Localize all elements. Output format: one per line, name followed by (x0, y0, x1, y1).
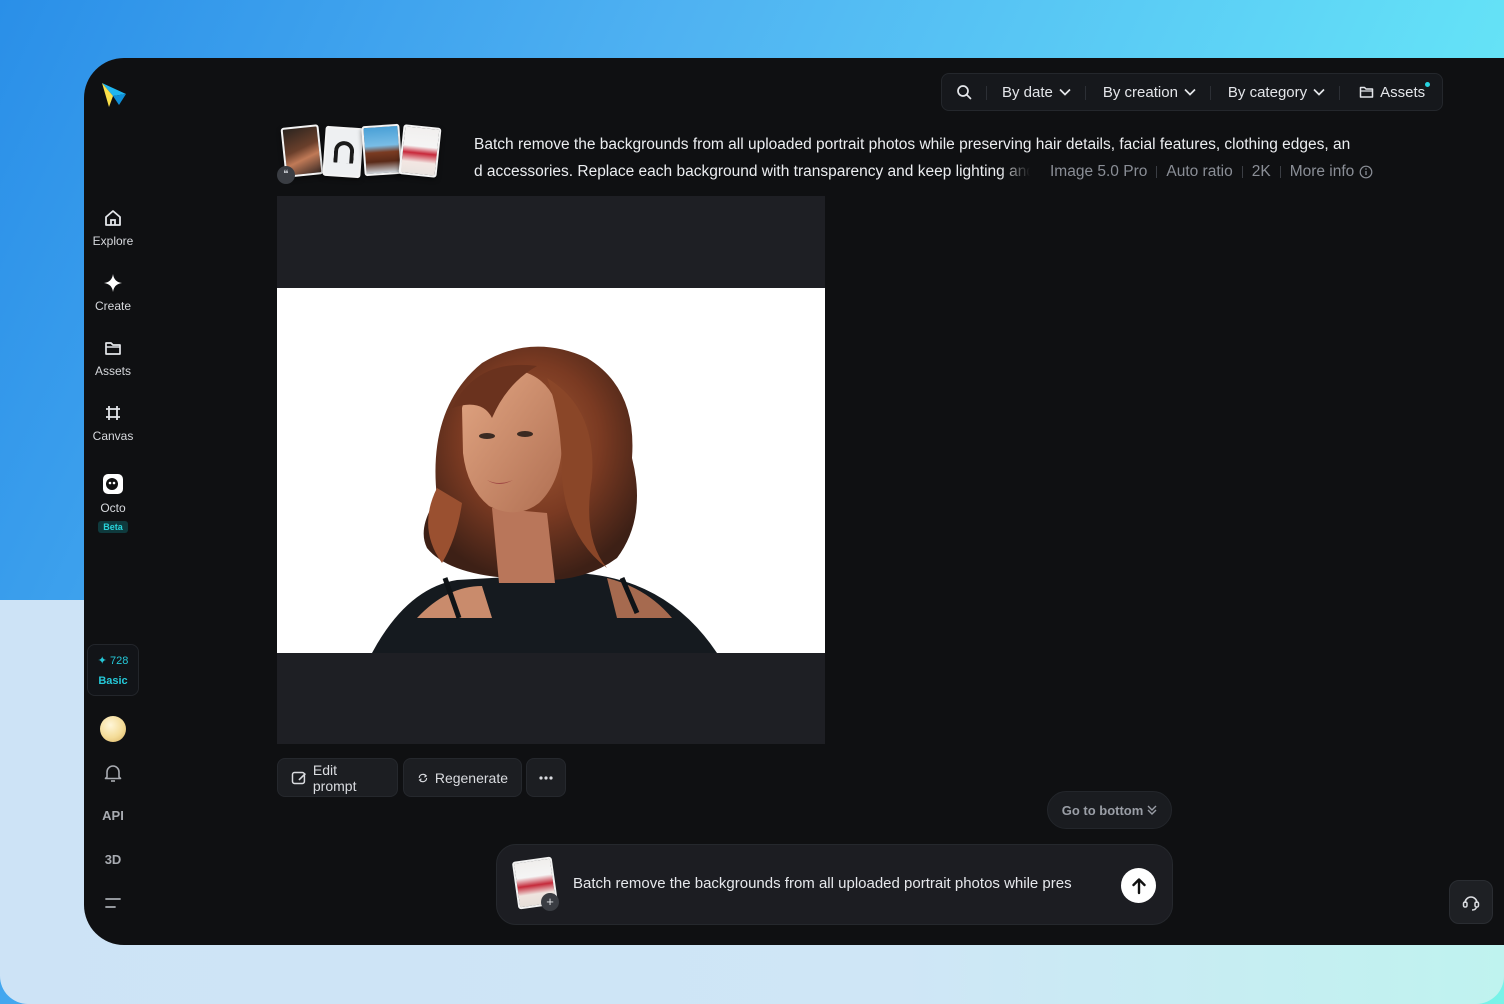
sidebar-item-label: Assets (94, 364, 131, 378)
by-creation-dropdown[interactable]: By creation (1084, 74, 1210, 110)
filter-bar: By date By creation By category Assets (941, 73, 1443, 111)
home-icon (105, 210, 121, 226)
app-window: Explore Create Assets Canvas Octo Beta ✦… (84, 58, 1504, 945)
prompt-input[interactable]: Batch remove the backgrounds from all up… (573, 875, 1108, 892)
sidebar-item-assets[interactable]: Assets (84, 338, 142, 380)
plan-label: Basic (98, 675, 128, 687)
threed-link[interactable]: 3D (84, 852, 142, 867)
double-chevron-down-icon (1147, 805, 1157, 815)
by-date-label: By date (1002, 83, 1053, 101)
refresh-icon (418, 773, 428, 782)
octo-icon (103, 474, 123, 494)
headset-icon (1462, 896, 1480, 911)
generated-image-card[interactable] (277, 196, 825, 744)
thumbnail-shoes (361, 123, 403, 177)
sidebar-item-octo[interactable]: Octo Beta (84, 473, 142, 535)
search-button[interactable] (942, 74, 986, 110)
sparkle-icon: ✦ (97, 655, 107, 667)
by-category-dropdown[interactable]: By category (1209, 74, 1339, 110)
notification-dot (1425, 82, 1431, 87)
sidebar-item-label: Canvas (92, 429, 134, 443)
chevron-down-icon (1059, 88, 1071, 96)
support-button[interactable] (1449, 880, 1493, 924)
sidebar-item-explore[interactable]: Explore (84, 208, 142, 250)
edit-icon (291, 771, 306, 784)
go-to-bottom-label: Go to bottom (1061, 802, 1144, 818)
app-logo[interactable] (99, 80, 129, 110)
resolution-label: 2K (1251, 162, 1271, 180)
more-info-link[interactable]: More info (1290, 163, 1355, 181)
reference-thumbnails[interactable]: ❝ (277, 122, 447, 184)
headphones-icon (333, 140, 355, 164)
thumbnail-headphones (322, 125, 364, 179)
go-to-bottom-button[interactable]: Go to bottom (1047, 791, 1172, 829)
beta-badge: Beta (98, 521, 128, 533)
chevron-down-icon (1184, 88, 1196, 96)
avatar[interactable] (100, 716, 126, 742)
regenerate-button[interactable]: Regenerate (403, 758, 522, 797)
more-dots-icon (539, 775, 553, 780)
quote-icon: ❝ (277, 166, 295, 184)
folder-icon (105, 342, 121, 355)
arrow-up-icon (1131, 877, 1146, 894)
credits-amount: 728 (109, 655, 129, 667)
prompt-line-1: Batch remove the backgrounds from all up… (474, 136, 1351, 153)
sparkle-icon (104, 274, 122, 292)
by-category-label: By category (1227, 83, 1308, 101)
search-icon (957, 85, 972, 100)
prompt-meta-row: d accessories. Replace each background w… (474, 158, 1389, 185)
sidebar-item-create[interactable]: Create (84, 273, 142, 315)
ratio-label: Auto ratio (1166, 162, 1233, 180)
menu-icon[interactable] (105, 896, 121, 910)
edit-prompt-button[interactable]: Edit prompt (277, 758, 398, 797)
assets-label: Assets (1380, 83, 1426, 101)
portrait-illustration (372, 346, 717, 653)
thumbnail-cake (398, 124, 442, 178)
chevron-down-icon (1313, 88, 1325, 96)
bell-icon[interactable] (104, 763, 122, 783)
sidebar-item-canvas[interactable]: Canvas (84, 403, 142, 445)
prompt-line-2: d accessories. Replace each background w… (474, 162, 1030, 181)
api-link[interactable]: API (84, 808, 142, 823)
info-icon[interactable] (1359, 165, 1373, 179)
sidebar-item-label: Create (94, 299, 132, 313)
edit-prompt-label: Edit prompt (312, 761, 357, 794)
prompt-input-box[interactable]: + Batch remove the backgrounds from all … (496, 844, 1173, 925)
model-label: Image 5.0 Pro (1050, 162, 1148, 180)
assets-button[interactable]: Assets (1339, 74, 1439, 110)
credits-widget[interactable]: ✦ 728 Basic (87, 644, 139, 696)
sidebar-item-label: Octo (100, 501, 126, 515)
regenerate-label: Regenerate (434, 769, 508, 786)
more-options-button[interactable] (526, 758, 566, 797)
send-button[interactable] (1121, 868, 1156, 903)
canvas-icon (106, 406, 120, 420)
add-attachment-icon[interactable]: + (541, 893, 559, 911)
sidebar: Explore Create Assets Canvas Octo Beta ✦… (84, 58, 142, 945)
generated-image[interactable] (277, 288, 825, 653)
by-creation-label: By creation (1102, 83, 1178, 101)
generation-meta: Image 5.0 Pro Auto ratio 2K More info (1030, 163, 1373, 181)
by-date-dropdown[interactable]: By date (986, 74, 1085, 110)
folder-icon (1359, 86, 1374, 98)
sidebar-item-label: Explore (92, 234, 134, 248)
